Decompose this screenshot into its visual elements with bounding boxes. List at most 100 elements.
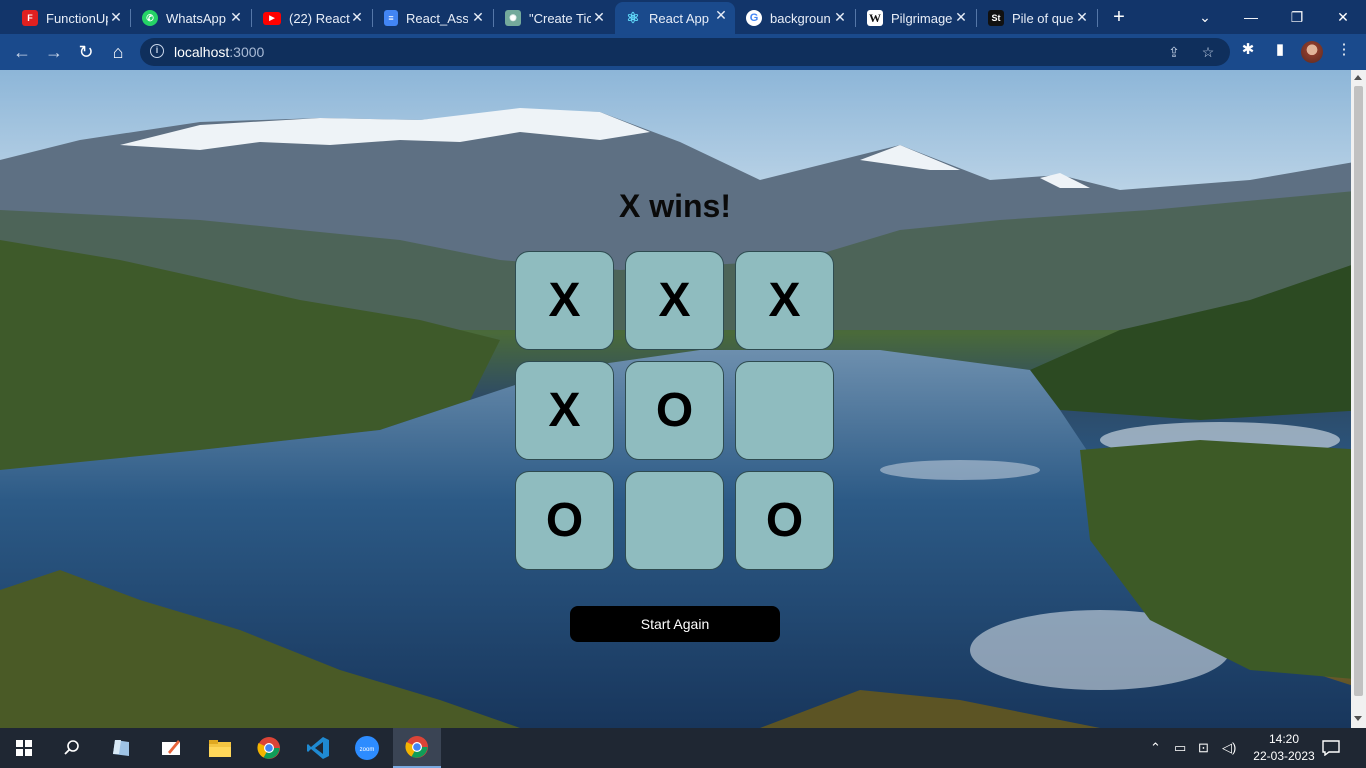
tab-label: React_Assi [406, 10, 468, 26]
home-icon[interactable]: ⌂ [106, 40, 130, 64]
close-icon[interactable]: ✕ [591, 9, 607, 25]
menu-kebab-icon[interactable]: ⋮ [1334, 40, 1354, 60]
tab-label: FunctionUp [46, 10, 108, 26]
tab-label: React App [649, 10, 709, 26]
close-icon[interactable]: ✕ [470, 9, 486, 25]
tab-google-search[interactable]: G backgroun ✕ [736, 4, 854, 32]
tab-separator [855, 9, 856, 27]
board-cell-3[interactable]: X [735, 251, 834, 350]
react-icon: ⚛ [626, 10, 640, 27]
functionup-icon: F [22, 10, 38, 26]
notifications-icon[interactable] [1322, 728, 1340, 768]
vertical-scrollbar[interactable] [1351, 70, 1366, 728]
tab-separator [1097, 9, 1098, 27]
stackoverflow-icon: St [988, 10, 1004, 26]
tab-separator [372, 9, 373, 27]
volume-icon[interactable]: ◁) [1222, 728, 1236, 768]
close-icon[interactable]: ✕ [953, 9, 969, 25]
back-arrow-icon[interactable]: ← [10, 40, 34, 64]
tab-whatsapp[interactable]: ✆ WhatsApp ✕ [132, 4, 250, 32]
system-clock[interactable]: 14:20 22-03-2023 [1252, 731, 1316, 765]
tab-react-app[interactable]: ⚛ React App ✕ [615, 2, 735, 34]
board-cell-2[interactable]: X [625, 251, 724, 350]
maximize-button[interactable]: ❐ [1274, 4, 1320, 30]
tab-separator [493, 9, 494, 27]
close-icon[interactable]: ✕ [1074, 9, 1090, 25]
start-again-button[interactable]: Start Again [570, 606, 780, 642]
network-icon[interactable]: ⊡ [1198, 728, 1209, 768]
board-cell-8[interactable] [625, 471, 724, 570]
clock-date: 22-03-2023 [1253, 749, 1315, 763]
scroll-up-arrow-icon[interactable] [1354, 75, 1362, 80]
url-text: localhost:3000 [174, 44, 264, 60]
google-icon: G [746, 10, 762, 26]
share-icon[interactable]: ⇪ [1166, 44, 1182, 60]
site-info-icon[interactable]: i [150, 44, 164, 58]
chrome-icon[interactable] [245, 728, 293, 768]
tab-label: "Create Tic [529, 10, 591, 26]
google-docs-icon: ≡ [384, 10, 398, 26]
chrome-active-icon[interactable] [393, 728, 441, 768]
tab-chatgpt[interactable]: ✺ "Create Tic ✕ [495, 4, 613, 32]
youtube-icon: ▶ [263, 11, 281, 25]
board-cell-4[interactable]: X [515, 361, 614, 460]
tab-functionup[interactable]: F FunctionUp ✕ [12, 4, 130, 32]
close-icon[interactable]: ✕ [713, 7, 729, 23]
url-port: :3000 [229, 44, 265, 60]
windows-start-icon[interactable] [0, 728, 48, 768]
svg-text:zoom: zoom [360, 747, 375, 753]
tray-chevron-up-icon[interactable]: ⌃ [1150, 728, 1161, 768]
tab-strip: F FunctionUp ✕ ✆ WhatsApp ✕ ▶ (22) React… [0, 0, 1366, 34]
address-bar[interactable]: i localhost:3000 ⇪ ☆ [140, 38, 1230, 66]
new-tab-button[interactable]: + [1108, 6, 1130, 28]
board-cell-7[interactable]: O [515, 471, 614, 570]
file-explorer-icon[interactable] [196, 728, 244, 768]
tab-google-docs[interactable]: ≡ React_Assi ✕ [374, 4, 492, 32]
close-icon[interactable]: ✕ [832, 9, 848, 25]
tab-label: (22) React [289, 10, 350, 26]
tab-wikipedia[interactable]: W Pilgrimage ✕ [857, 4, 975, 32]
scroll-down-arrow-icon[interactable] [1354, 716, 1362, 721]
tab-label: WhatsApp [166, 10, 226, 26]
tab-separator [130, 9, 131, 27]
vscode-icon[interactable] [294, 728, 342, 768]
clock-time: 14:20 [1268, 732, 1300, 746]
search-icon[interactable] [48, 728, 96, 768]
profile-avatar[interactable] [1301, 41, 1323, 63]
whatsapp-icon: ✆ [142, 10, 158, 26]
board-cell-9[interactable]: O [735, 471, 834, 570]
zoom-icon[interactable]: zoom [343, 728, 391, 768]
game-status: X wins! [618, 188, 731, 224]
browser-toolbar: ← → ↻ ⌂ i localhost:3000 ⇪ ☆ [0, 34, 1366, 70]
tab-separator [251, 9, 252, 27]
url-host: localhost [174, 44, 230, 60]
close-icon[interactable]: ✕ [108, 9, 124, 25]
bookmark-star-icon[interactable]: ☆ [1200, 44, 1216, 60]
chatgpt-icon: ✺ [505, 10, 521, 26]
reload-icon[interactable]: ↻ [74, 40, 98, 64]
tab-stackoverflow[interactable]: St Pile of que ✕ [978, 4, 1096, 32]
board-cell-1[interactable]: X [515, 251, 614, 350]
close-window-button[interactable]: ✕ [1320, 4, 1366, 30]
tab-label: Pile of que [1012, 10, 1074, 26]
tab-separator [976, 9, 977, 27]
page-viewport: X wins! X X X X O O O Start Again [0, 70, 1366, 728]
wikipedia-icon: W [867, 10, 883, 26]
side-panel-icon[interactable]: ▮ [1270, 40, 1290, 60]
tab-search-chevron-icon[interactable]: ⌄ [1182, 4, 1228, 30]
board-cell-5[interactable]: O [625, 361, 724, 460]
tab-youtube[interactable]: ▶ (22) React ✕ [253, 4, 371, 32]
app-pinned-icon[interactable] [98, 728, 146, 768]
forward-arrow-icon[interactable]: → [42, 40, 66, 64]
tic-tac-toe-board: X X X X O O O [515, 251, 835, 571]
windows-taskbar: zoom ⌃ ▭ ⊡ ◁) 14:20 22-03-2023 [0, 728, 1366, 768]
board-cell-6[interactable] [735, 361, 834, 460]
extensions-icon[interactable]: ✱ [1238, 40, 1258, 60]
scrollbar-thumb[interactable] [1354, 86, 1363, 696]
close-icon[interactable]: ✕ [349, 9, 365, 25]
battery-icon[interactable]: ▭ [1174, 728, 1186, 768]
tab-label: Pilgrimage [891, 10, 953, 26]
snip-tool-icon[interactable] [147, 728, 195, 768]
minimize-button[interactable]: — [1228, 4, 1274, 30]
close-icon[interactable]: ✕ [228, 9, 244, 25]
